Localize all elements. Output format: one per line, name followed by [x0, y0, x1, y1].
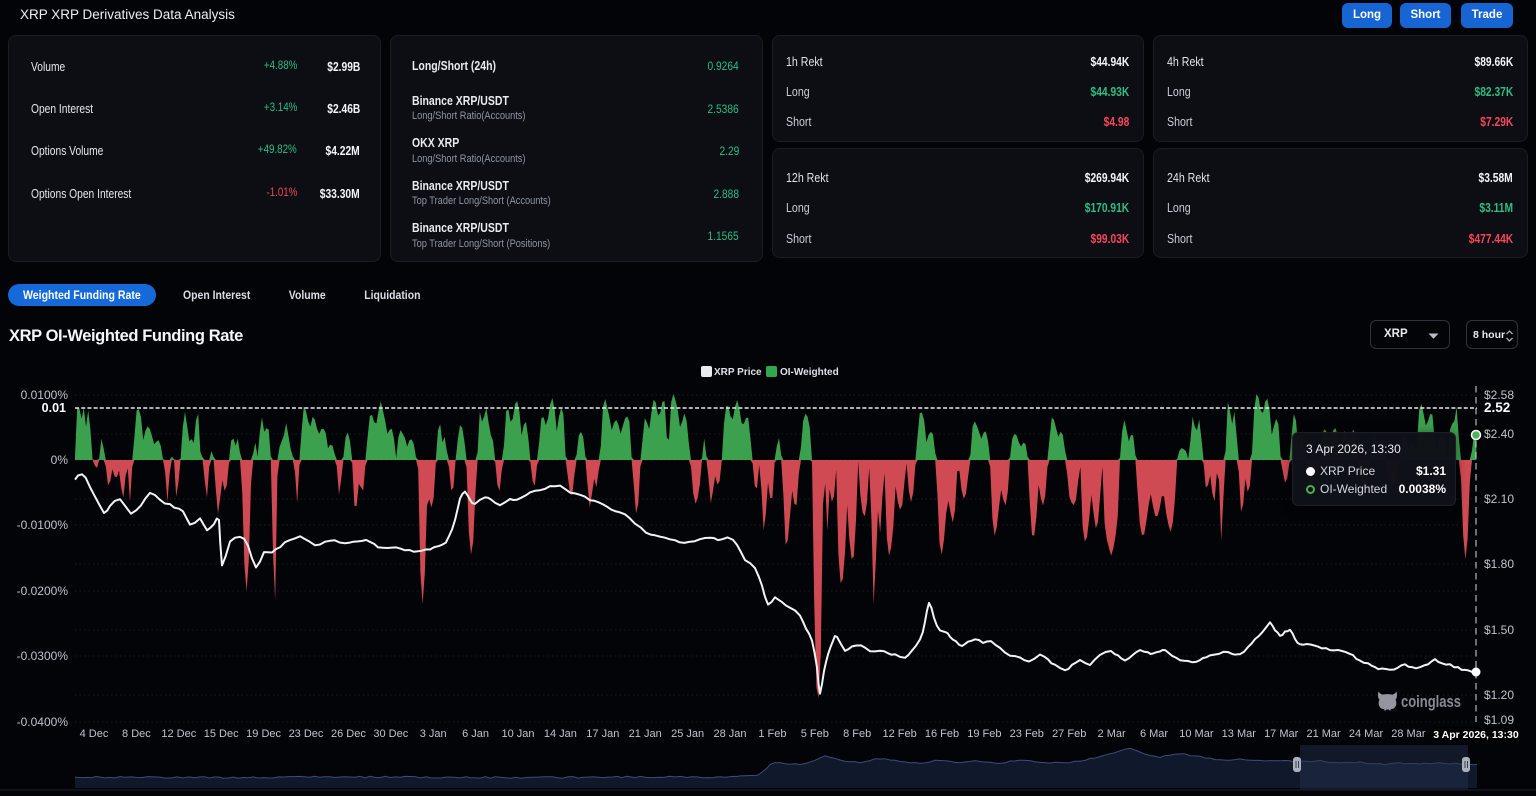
- svg-text:24 Mar: 24 Mar: [1349, 728, 1384, 740]
- svg-text:17 Jan: 17 Jan: [586, 728, 619, 740]
- svg-text:$2.10: $2.10: [1484, 492, 1514, 506]
- svg-text:19 Feb: 19 Feb: [967, 728, 1001, 740]
- svg-text:-0.0100%: -0.0100%: [17, 518, 69, 532]
- svg-text:16 Feb: 16 Feb: [925, 728, 959, 740]
- svg-text:13 Mar: 13 Mar: [1222, 728, 1257, 740]
- svg-text:-0.0200%: -0.0200%: [17, 584, 69, 598]
- svg-text:3 Apr 2026, 13:30: 3 Apr 2026, 13:30: [1433, 729, 1519, 741]
- svg-text:6 Mar: 6 Mar: [1140, 728, 1168, 740]
- svg-text:8 Feb: 8 Feb: [843, 728, 871, 740]
- svg-text:17 Mar: 17 Mar: [1264, 728, 1299, 740]
- svg-text:26 Dec: 26 Dec: [331, 728, 366, 740]
- svg-text:10 Jan: 10 Jan: [501, 728, 534, 740]
- svg-text:23 Feb: 23 Feb: [1010, 728, 1044, 740]
- svg-text:2 Mar: 2 Mar: [1098, 728, 1126, 740]
- svg-text:0%: 0%: [51, 453, 69, 467]
- svg-text:-0.0400%: -0.0400%: [17, 715, 69, 729]
- svg-text:6 Jan: 6 Jan: [462, 728, 489, 740]
- svg-text:$1.80: $1.80: [1484, 557, 1514, 571]
- svg-text:10 Mar: 10 Mar: [1179, 728, 1214, 740]
- svg-text:1 Feb: 1 Feb: [758, 728, 786, 740]
- svg-text:23 Dec: 23 Dec: [289, 728, 324, 740]
- svg-text:2.52: 2.52: [1484, 400, 1510, 415]
- svg-text:coinglass: coinglass: [1401, 692, 1461, 711]
- svg-text:30 Dec: 30 Dec: [373, 728, 408, 740]
- svg-text:0.01: 0.01: [42, 401, 66, 415]
- svg-text:3 Jan: 3 Jan: [420, 728, 447, 740]
- svg-text:12 Feb: 12 Feb: [882, 728, 916, 740]
- svg-text:28 Mar: 28 Mar: [1391, 728, 1426, 740]
- svg-text:$1.50: $1.50: [1484, 623, 1514, 637]
- svg-text:$1.20: $1.20: [1484, 688, 1514, 702]
- svg-text:28 Jan: 28 Jan: [713, 728, 746, 740]
- svg-text:-0.0300%: -0.0300%: [17, 649, 69, 663]
- svg-text:15 Dec: 15 Dec: [204, 728, 239, 740]
- svg-text:$1.09: $1.09: [1484, 713, 1514, 727]
- svg-text:$2.40: $2.40: [1484, 427, 1514, 441]
- svg-text:19 Dec: 19 Dec: [246, 728, 281, 740]
- svg-text:27 Feb: 27 Feb: [1052, 728, 1086, 740]
- svg-text:5 Feb: 5 Feb: [801, 728, 829, 740]
- svg-text:8 Dec: 8 Dec: [122, 728, 151, 740]
- svg-text:12 Dec: 12 Dec: [161, 728, 196, 740]
- svg-text:14 Jan: 14 Jan: [544, 728, 577, 740]
- svg-text:21 Jan: 21 Jan: [629, 728, 662, 740]
- svg-text:4 Dec: 4 Dec: [80, 728, 109, 740]
- svg-text:21 Mar: 21 Mar: [1306, 728, 1341, 740]
- svg-text:25 Jan: 25 Jan: [671, 728, 704, 740]
- svg-text:0.0100%: 0.0100%: [21, 388, 69, 402]
